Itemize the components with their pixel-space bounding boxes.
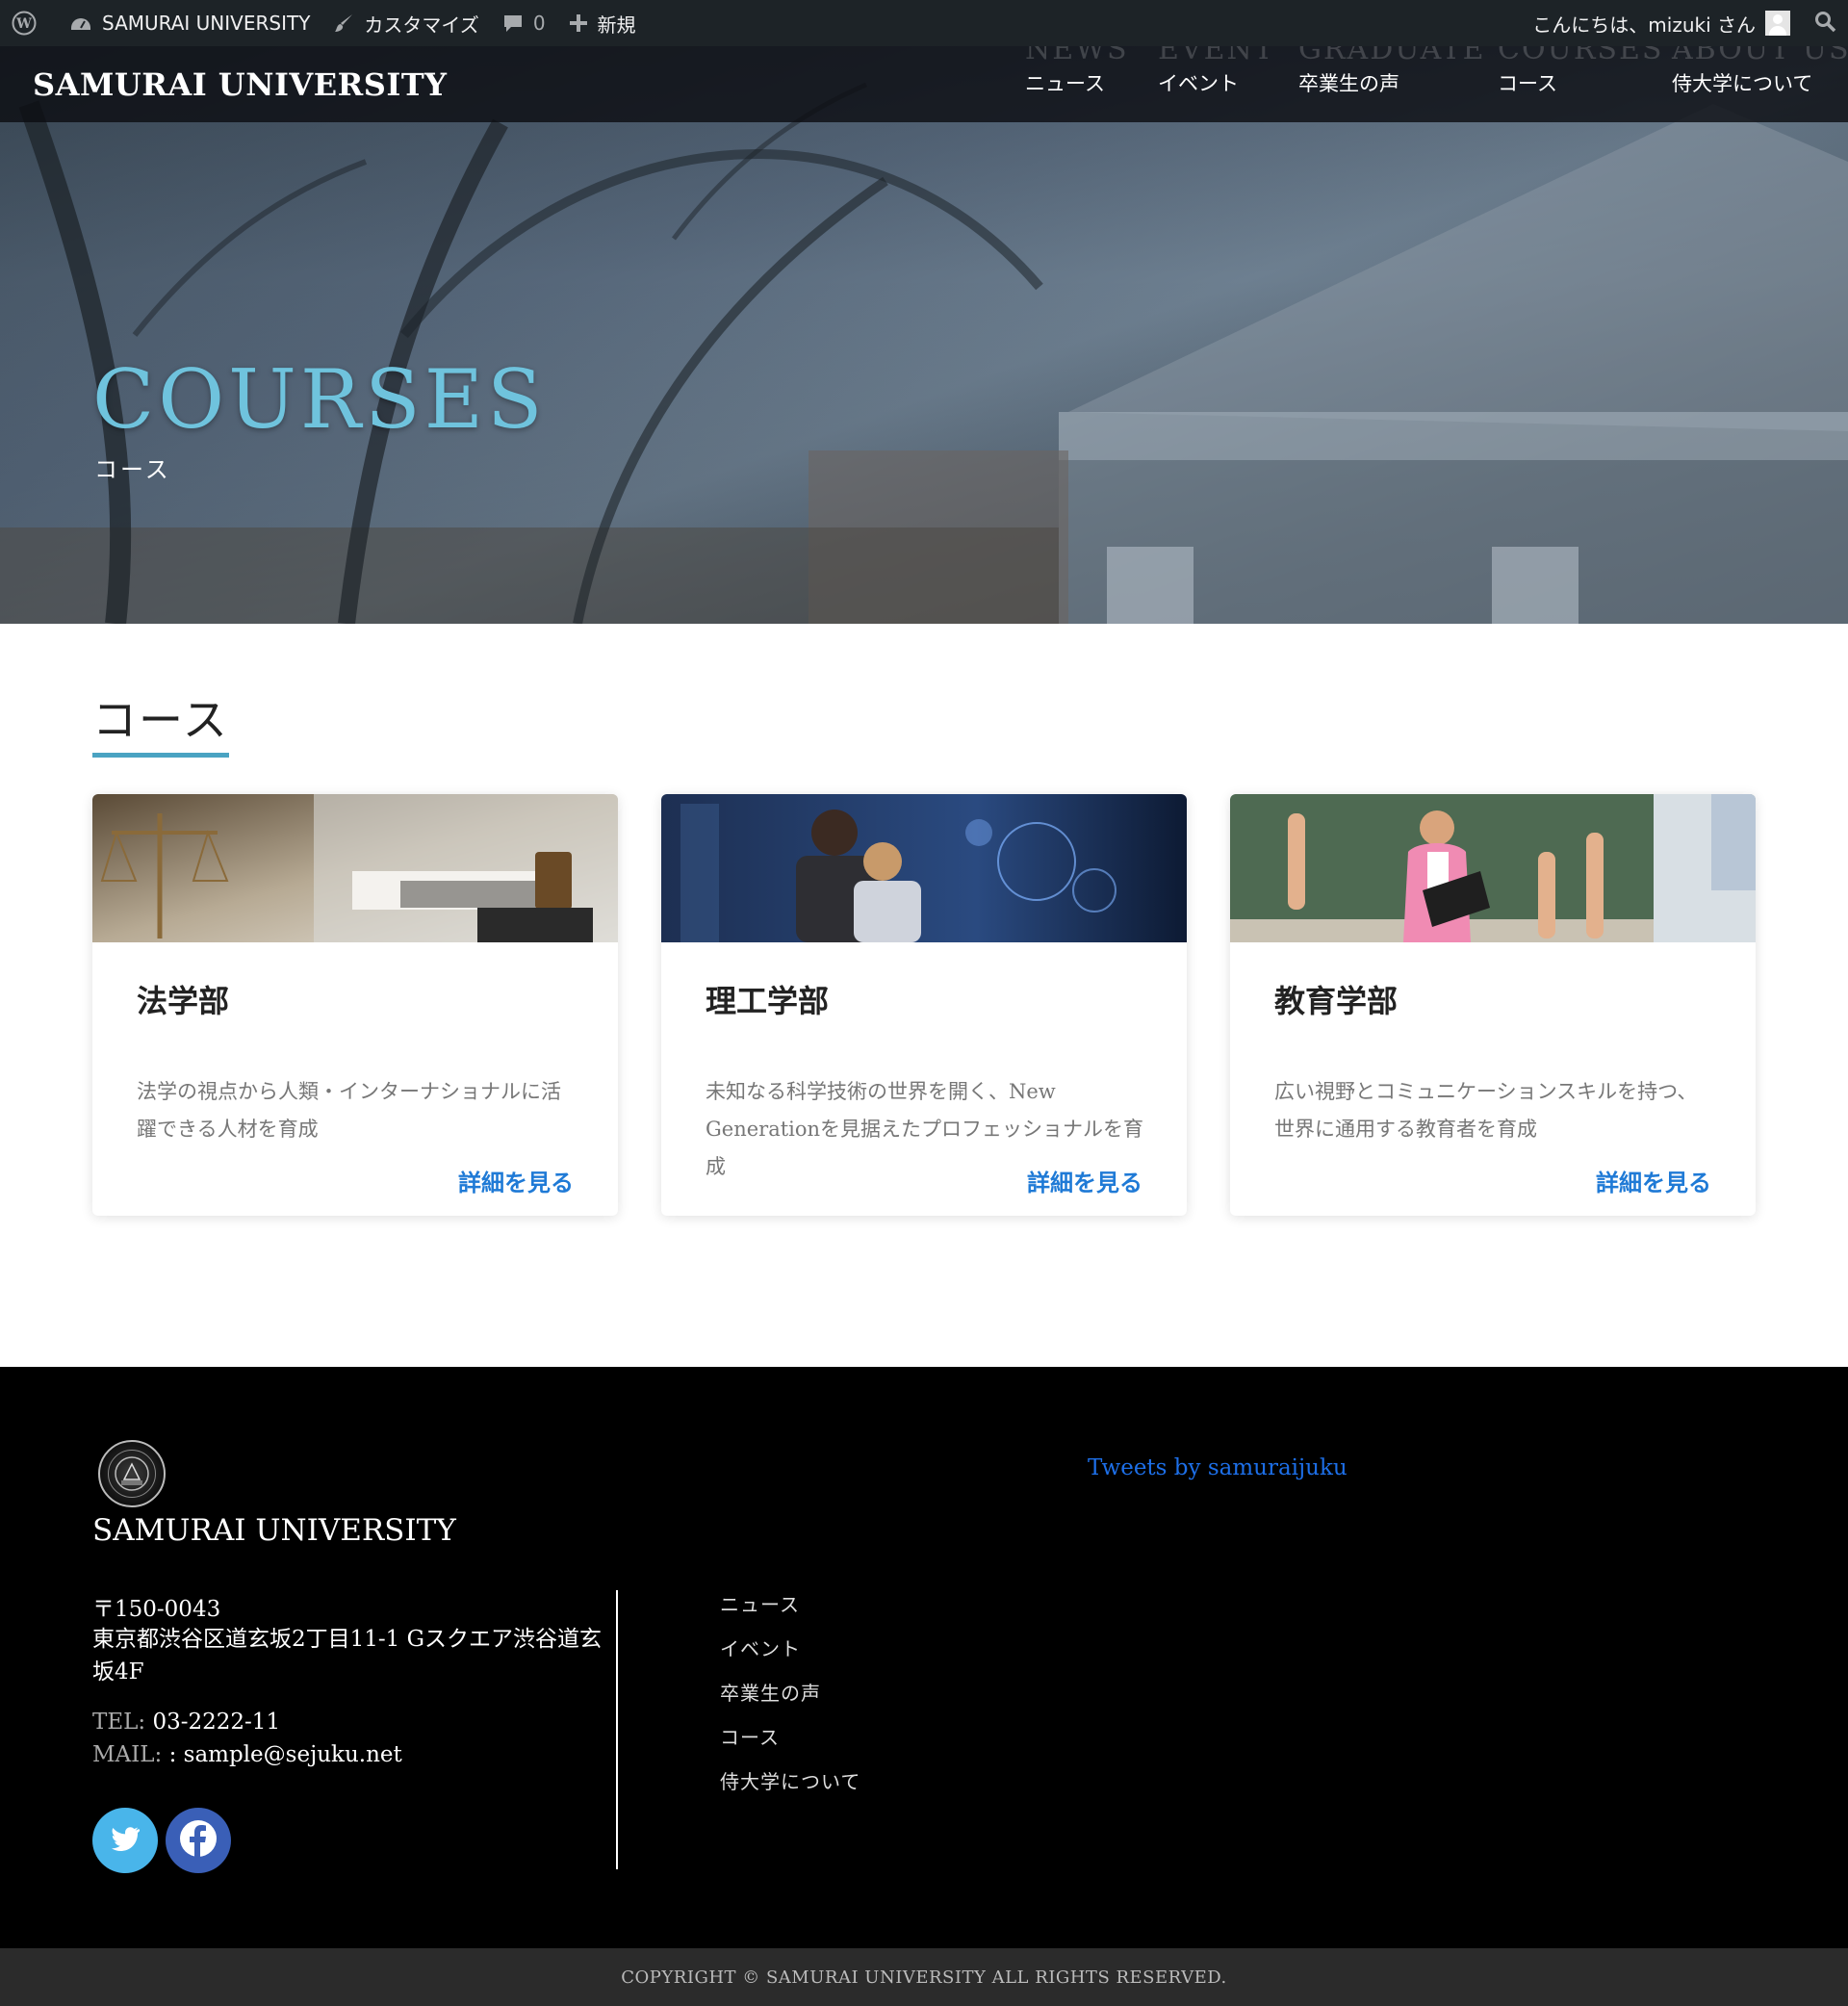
hero-banner: SAMURAI UNIVERSITY NEWS ニュース EVENT イベント … xyxy=(0,46,1848,624)
facebook-icon xyxy=(179,1819,218,1862)
footer-tel: TEL: 03-2222-11 xyxy=(92,1710,280,1735)
footer-address: 東京都渋谷区道玄坂2丁目11-1 Gスクエア渋谷道玄坂4F xyxy=(92,1627,602,1685)
mail-label: MAIL: xyxy=(92,1742,163,1767)
search-button[interactable] xyxy=(1802,0,1848,46)
wordpress-logo-button[interactable]: W xyxy=(0,0,58,46)
nav-item-en: GRADUATE xyxy=(1298,46,1486,66)
svg-text:W: W xyxy=(15,16,32,32)
site-header: SAMURAI UNIVERSITY NEWS ニュース EVENT イベント … xyxy=(0,46,1848,122)
tel-value: 03-2222-11 xyxy=(152,1710,281,1735)
facebook-button[interactable] xyxy=(166,1808,231,1873)
nav-item-label: 侍大学について xyxy=(1672,72,1813,95)
course-title: 教育学部 xyxy=(1274,983,1399,1019)
footer-nav-item[interactable]: イベント xyxy=(720,1627,860,1671)
heading-underline xyxy=(92,753,229,758)
twitter-icon xyxy=(111,1826,141,1855)
plus-icon xyxy=(569,13,588,33)
footer-nav-item[interactable]: ニュース xyxy=(720,1582,860,1627)
course-title: 理工学部 xyxy=(706,983,830,1019)
greeting-text: こんにちは、mizuki さん xyxy=(1532,13,1756,37)
footer-nav: ニュース イベント 卒業生の声 コース 侍大学について xyxy=(720,1582,860,1804)
comment-icon xyxy=(502,13,524,34)
main-nav: NEWS ニュース EVENT イベント GRADUATE 卒業生の声 COUR… xyxy=(972,46,1848,122)
footer-mail: MAIL: : sample@sejuku.net xyxy=(92,1742,402,1767)
details-link[interactable]: 詳細を見る xyxy=(1596,1164,1711,1197)
admin-bar: W SAMURAI UNIVERSITY カスタマイズ 0 新規 こんにちは、m… xyxy=(0,0,1848,46)
nav-item-about[interactable]: ABOUT US 侍大学について xyxy=(1672,46,1848,122)
site-footer: SAMURAI UNIVERSITY 〒150-0043 東京都渋谷区道玄坂2丁… xyxy=(0,1367,1848,1948)
course-description: 法学の視点から人類・インターナショナルに活躍できる人材を育成 xyxy=(137,1080,561,1141)
tel-label: TEL: xyxy=(92,1710,146,1735)
university-logo[interactable] xyxy=(98,1440,166,1507)
customize-label: カスタマイズ xyxy=(364,13,479,37)
section-heading: コース xyxy=(92,694,229,746)
nav-item-en: COURSES xyxy=(1498,46,1664,66)
nav-item-en: EVENT xyxy=(1158,46,1275,66)
site-title[interactable]: SAMURAI UNIVERSITY xyxy=(33,46,447,122)
course-description: 広い視野とコミュニケーションスキルを持つ、世界に通用する教育者を育成 xyxy=(1274,1080,1698,1141)
course-title: 法学部 xyxy=(137,983,230,1019)
seal-icon xyxy=(108,1450,156,1498)
footer-nav-item[interactable]: コース xyxy=(720,1715,860,1760)
nav-item-en: NEWS xyxy=(1025,46,1129,66)
brush-icon xyxy=(333,13,354,34)
twitter-button[interactable] xyxy=(92,1808,158,1873)
site-name-label: SAMURAI UNIVERSITY xyxy=(102,12,311,35)
footer-site-name: SAMURAI UNIVERSITY xyxy=(92,1513,456,1548)
site-name-link[interactable]: SAMURAI UNIVERSITY xyxy=(58,0,321,46)
nav-item-news[interactable]: NEWS ニュース xyxy=(1025,46,1127,122)
new-label: 新規 xyxy=(597,13,636,37)
nav-item-label: コース xyxy=(1498,72,1557,95)
footer-divider xyxy=(616,1590,618,1869)
account-menu[interactable]: こんにちは、mizuki さん xyxy=(1521,0,1802,46)
customize-link[interactable]: カスタマイズ xyxy=(321,0,490,46)
law-scales-image xyxy=(92,794,618,942)
footer-nav-item[interactable]: 卒業生の声 xyxy=(720,1671,860,1715)
comments-link[interactable]: 0 xyxy=(491,0,557,46)
page-subtitle: コース xyxy=(94,456,171,483)
new-content-link[interactable]: 新規 xyxy=(557,0,648,46)
search-icon xyxy=(1813,10,1836,38)
avatar xyxy=(1765,11,1790,36)
nav-item-event[interactable]: EVENT イベント xyxy=(1158,46,1273,122)
copyright-text: COPYRIGHT © SAMURAI UNIVERSITY ALL RIGHT… xyxy=(621,1967,1227,1988)
nav-item-courses[interactable]: COURSES コース xyxy=(1498,46,1661,122)
mail-value[interactable]: : sample@sejuku.net xyxy=(169,1742,402,1767)
details-link[interactable]: 詳細を見る xyxy=(458,1164,574,1197)
nav-item-label: イベント xyxy=(1158,72,1239,95)
hero-background-image xyxy=(0,82,1848,624)
course-card-education[interactable]: 教育学部 広い視野とコミュニケーションスキルを持つ、世界に通用する教育者を育成 … xyxy=(1230,794,1756,1216)
details-link[interactable]: 詳細を見る xyxy=(1027,1164,1142,1197)
footer-nav-item[interactable]: 侍大学について xyxy=(720,1760,860,1804)
twitter-timeline-link[interactable]: Tweets by samuraijuku xyxy=(1088,1455,1348,1480)
science-tech-image xyxy=(661,794,1187,942)
nav-item-en: ABOUT US xyxy=(1672,46,1848,66)
wordpress-icon: W xyxy=(12,11,37,36)
page-title: COURSES xyxy=(92,352,547,447)
nav-item-label: ニュース xyxy=(1025,72,1105,95)
footer-zip: 〒150-0043 xyxy=(92,1597,221,1622)
nav-item-graduate[interactable]: GRADUATE 卒業生の声 xyxy=(1298,46,1484,122)
classroom-image xyxy=(1230,794,1756,942)
course-card-law[interactable]: 法学部 法学の視点から人類・インターナショナルに活躍できる人材を育成 詳細を見る xyxy=(92,794,618,1216)
nav-item-label: 卒業生の声 xyxy=(1298,72,1399,95)
copyright-bar: COPYRIGHT © SAMURAI UNIVERSITY ALL RIGHT… xyxy=(0,1948,1848,2006)
dashboard-icon xyxy=(69,13,92,34)
course-card-science[interactable]: 理工学部 未知なる科学技術の世界を開く、New Generationを見据えたプ… xyxy=(661,794,1187,1216)
comment-count: 0 xyxy=(532,12,546,35)
